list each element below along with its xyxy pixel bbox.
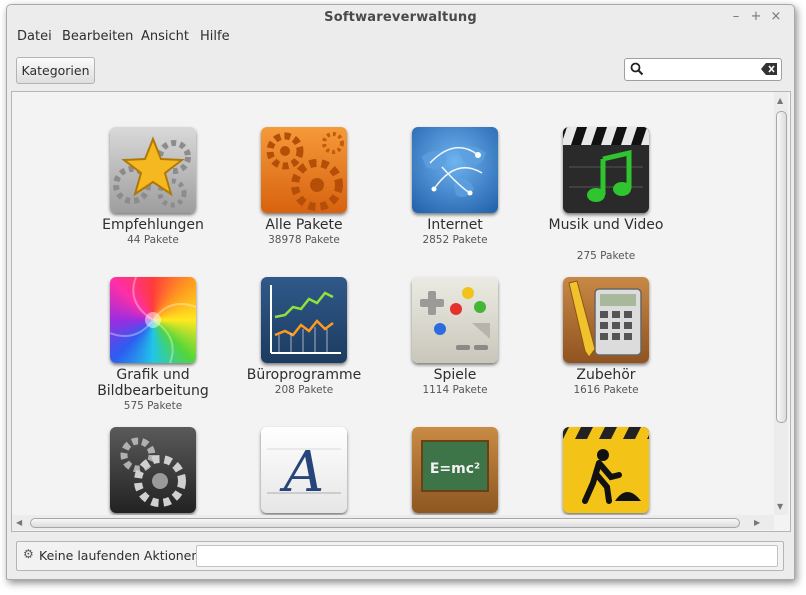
gamepad-icon — [412, 277, 498, 363]
search-box — [624, 58, 782, 81]
clear-search-icon[interactable] — [761, 63, 777, 75]
star-gears-icon — [110, 127, 196, 213]
scroll-up-icon[interactable]: ▲ — [777, 96, 783, 105]
chalkboard-formula-icon: E=mc² — [412, 427, 498, 513]
category-name: Empfehlungen — [102, 217, 204, 233]
menu-bearbeiten[interactable]: Bearbeiten — [62, 29, 133, 44]
category-name: Zubehör — [576, 367, 636, 383]
category-name: Spiele — [433, 367, 477, 383]
package-count: 38978 Pakete — [268, 234, 340, 246]
search-input[interactable] — [647, 60, 757, 79]
category-grid: Empfehlungen 44 Pakete Alle Pakete 38978… — [11, 91, 791, 532]
categories-button[interactable]: Kategorien — [16, 57, 95, 84]
package-count: 275 Pakete — [576, 250, 636, 262]
scroll-right-icon[interactable]: ▶ — [754, 518, 760, 527]
gear-icon: ⚙ — [23, 547, 34, 561]
horizontal-scroll-thumb[interactable] — [30, 518, 740, 528]
category-name: Büroprogramme — [246, 367, 362, 383]
package-count: 575 Pakete — [123, 400, 183, 412]
package-count: 2852 Pakete — [422, 234, 488, 246]
vertical-scroll-thumb[interactable] — [776, 111, 787, 423]
globe-network-icon — [412, 127, 498, 213]
scroll-down-icon[interactable]: ▼ — [777, 502, 783, 511]
menu-ansicht[interactable]: Ansicht — [141, 29, 189, 44]
category-name: Alle Pakete — [265, 217, 343, 233]
menu-hilfe[interactable]: Hilfe — [200, 29, 230, 44]
orange-gears-icon — [261, 127, 347, 213]
maximize-button[interactable]: + — [748, 8, 764, 26]
package-count: 1114 Pakete — [422, 384, 488, 396]
font-letter-glyph: A — [279, 440, 324, 505]
minimize-button[interactable]: – — [728, 8, 744, 26]
system-gears-icon — [110, 427, 196, 513]
progress-field — [196, 545, 778, 567]
horizontal-scrollbar[interactable]: ◀ ▶ — [12, 515, 774, 530]
package-count: 208 Pakete — [274, 384, 334, 396]
construction-sign-icon — [563, 427, 649, 513]
formula-text: E=mc² — [430, 461, 480, 477]
category-name: Internet — [427, 217, 483, 233]
titlebar[interactable]: Softwareverwaltung – + × — [7, 5, 794, 31]
color-swirl-icon — [110, 277, 196, 363]
package-count: 44 Pakete — [127, 234, 179, 246]
font-letter-icon: A — [261, 427, 347, 513]
menu-datei[interactable]: Datei — [17, 29, 52, 44]
scroll-left-icon[interactable]: ◀ — [16, 518, 22, 527]
clapperboard-music-icon — [563, 127, 649, 213]
calculator-pencil-icon — [563, 277, 649, 363]
package-count: 1616 Pakete — [573, 384, 639, 396]
statusbar: ⚙ Keine laufenden Aktionen — [16, 541, 784, 571]
search-icon — [630, 62, 644, 76]
status-text: Keine laufenden Aktionen — [39, 548, 200, 563]
vertical-scrollbar[interactable]: ▲ ▼ — [774, 92, 788, 515]
category-name: Musik und Video — [548, 217, 664, 233]
close-button[interactable]: × — [768, 8, 784, 26]
window-title: Softwareverwaltung — [324, 10, 477, 25]
app-window: Softwareverwaltung – + × Datei Bearbeite… — [6, 4, 795, 580]
category-name: Grafik und Bildbearbeitung — [97, 367, 209, 399]
line-chart-icon — [261, 277, 347, 363]
